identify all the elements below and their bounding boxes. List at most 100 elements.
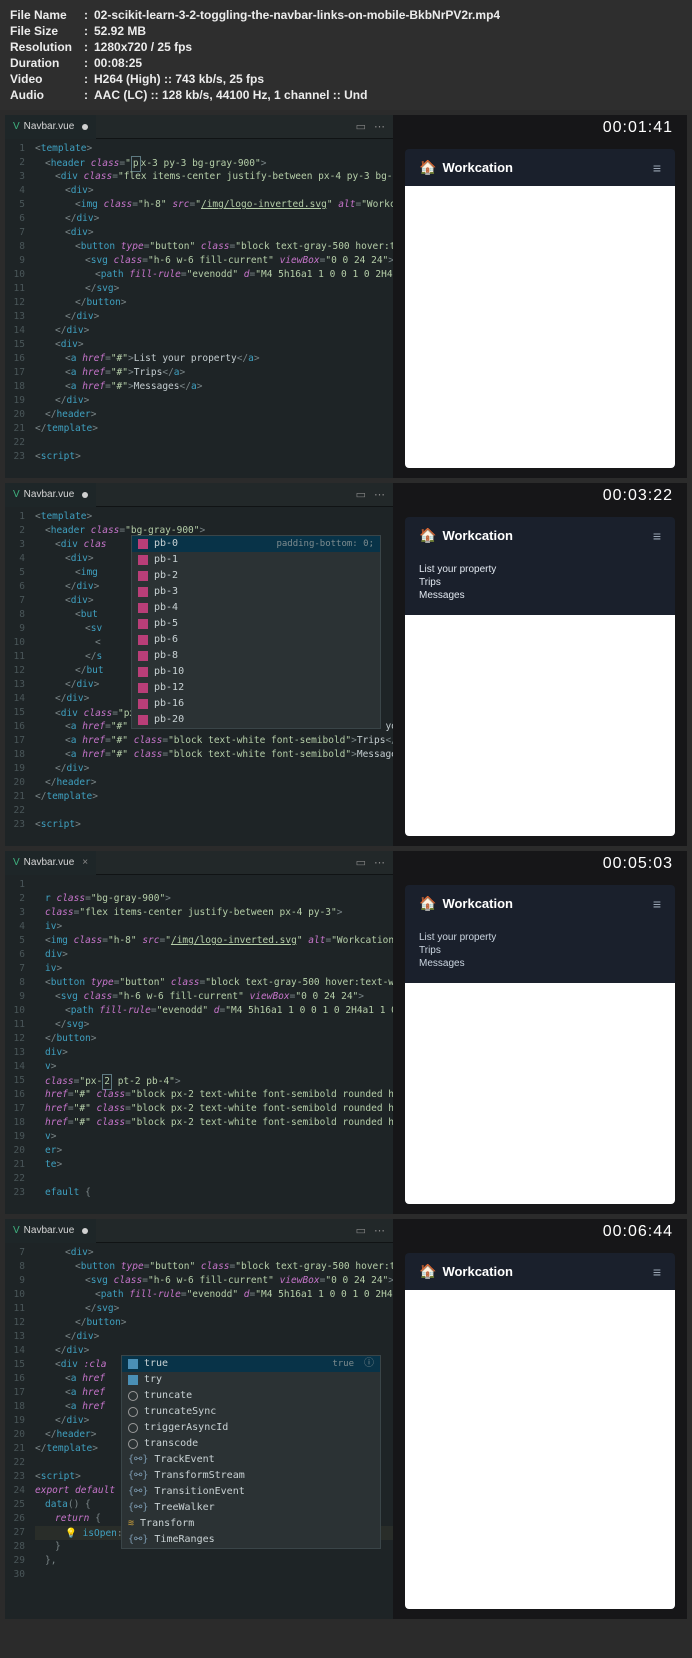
split-editor-icon[interactable]: ▭	[356, 856, 366, 869]
meta-video-label: Video	[10, 72, 84, 86]
autocomplete-item[interactable]: transcode	[122, 1436, 380, 1452]
code-area[interactable]: 1234567891011121314151617181920212223 <t…	[5, 139, 393, 478]
autocomplete-item[interactable]: {⚯}TreeWalker	[122, 1500, 380, 1516]
autocomplete-item[interactable]: pb-20	[132, 712, 380, 728]
mobile-preview: 🏠Workcation ≡	[405, 1253, 675, 1609]
code-editor: V Navbar.vue ▭ ⋯ 123456789101112131415161…	[5, 483, 393, 846]
preview-body	[405, 615, 675, 836]
autocomplete-item[interactable]: triggerAsyncId	[122, 1420, 380, 1436]
code-editor: V Navbar.vue ▭ ⋯ 12345678910111213141516…	[5, 115, 393, 478]
preview-nav-links: List your property Trips Messages	[405, 554, 675, 615]
nav-link-trips[interactable]: Trips	[419, 577, 661, 588]
nav-link-trips[interactable]: Trips	[419, 945, 661, 956]
autocomplete-popup[interactable]: pb-0padding-bottom: 0; pb-1 pb-2 pb-3 pb…	[131, 535, 381, 729]
autocomplete-item[interactable]: pb-2	[132, 568, 380, 584]
autocomplete-item[interactable]: {⚯}TransitionEvent	[122, 1484, 380, 1500]
nav-link-messages[interactable]: Messages	[419, 958, 661, 969]
video-timestamp: 00:05:03	[603, 855, 673, 873]
code-editor: V Navbar.vue ▭ ⋯ 789101112131415161718192…	[5, 1219, 393, 1619]
property-icon	[138, 619, 148, 629]
line-number-gutter: 1234567891011121314151617181920212223	[5, 875, 31, 1214]
split-editor-icon[interactable]: ▭	[356, 120, 366, 133]
more-actions-icon[interactable]: ⋯	[374, 120, 385, 133]
autocomplete-item[interactable]: pb-0padding-bottom: 0;	[132, 536, 380, 552]
hamburger-menu-icon[interactable]: ≡	[653, 896, 661, 912]
keyword-icon	[128, 1359, 138, 1369]
more-actions-icon[interactable]: ⋯	[374, 856, 385, 869]
file-tab-navbar[interactable]: V Navbar.vue	[5, 483, 96, 507]
autocomplete-item[interactable]: ≋Transform	[122, 1516, 380, 1532]
property-icon	[138, 699, 148, 709]
line-number-gutter: 7891011121314151617181920212223242526272…	[5, 1243, 31, 1619]
preview-pane: 00:06:44 🏠Workcation ≡	[393, 1219, 687, 1619]
tab-label: Navbar.vue	[24, 489, 75, 500]
source-code[interactable]: r class="bg-gray-900"> class="flex items…	[31, 875, 393, 1214]
more-actions-icon[interactable]: ⋯	[374, 488, 385, 501]
autocomplete-item[interactable]: {⚯}TransformStream	[122, 1468, 380, 1484]
source-code[interactable]: <template> <header class="px-3 py-3 bg-g…	[31, 139, 393, 478]
video-frame-3: V Navbar.vue × ▭ ⋯ 1234567891011121314151…	[5, 851, 687, 1214]
hamburger-menu-icon[interactable]: ≡	[653, 160, 661, 176]
source-code[interactable]: <div> <button type="button" class="block…	[31, 1243, 393, 1619]
video-frame-1: V Navbar.vue ▭ ⋯ 12345678910111213141516…	[5, 115, 687, 478]
autocomplete-popup[interactable]: truetrueⓘ try truncate truncateSync trig…	[121, 1355, 381, 1549]
autocomplete-item[interactable]: truetrueⓘ	[122, 1356, 380, 1372]
meta-duration-value: 00:08:25	[94, 56, 142, 70]
autocomplete-item[interactable]: pb-3	[132, 584, 380, 600]
nav-link-property[interactable]: List your property	[419, 564, 661, 575]
method-icon	[128, 1423, 138, 1433]
code-editor: V Navbar.vue × ▭ ⋯ 1234567891011121314151…	[5, 851, 393, 1214]
autocomplete-item[interactable]: pb-4	[132, 600, 380, 616]
autocomplete-item[interactable]: truncate	[122, 1388, 380, 1404]
source-code[interactable]: <template> <header class="bg-gray-900"> …	[31, 507, 393, 846]
preview-body	[405, 1290, 675, 1609]
autocomplete-item[interactable]: pb-6	[132, 632, 380, 648]
autocomplete-item[interactable]: pb-10	[132, 664, 380, 680]
preview-body	[405, 983, 675, 1204]
autocomplete-item[interactable]: pb-1	[132, 552, 380, 568]
code-area[interactable]: 1234567891011121314151617181920212223 <t…	[5, 507, 393, 846]
hamburger-menu-icon[interactable]: ≡	[653, 528, 661, 544]
hamburger-menu-icon[interactable]: ≡	[653, 1264, 661, 1280]
code-area[interactable]: 7891011121314151617181920212223242526272…	[5, 1243, 393, 1619]
nav-link-messages[interactable]: Messages	[419, 590, 661, 601]
file-tab-navbar[interactable]: V Navbar.vue	[5, 1219, 96, 1243]
brand-logo: 🏠Workcation	[419, 527, 513, 544]
split-editor-icon[interactable]: ▭	[356, 488, 366, 501]
code-area[interactable]: 1234567891011121314151617181920212223 r …	[5, 875, 393, 1214]
video-timestamp: 00:03:22	[603, 487, 673, 505]
meta-audio-value: AAC (LC) :: 128 kb/s, 44100 Hz, 1 channe…	[94, 88, 367, 102]
file-tab-navbar[interactable]: V Navbar.vue	[5, 115, 96, 139]
split-editor-icon[interactable]: ▭	[356, 1224, 366, 1237]
vue-file-icon: V	[13, 121, 20, 132]
mobile-preview: 🏠Workcation ≡	[405, 149, 675, 468]
dirty-indicator-icon	[82, 492, 88, 498]
method-icon	[128, 1391, 138, 1401]
editor-tab-bar: V Navbar.vue ▭ ⋯	[5, 1219, 393, 1243]
video-frame-4: V Navbar.vue ▭ ⋯ 789101112131415161718192…	[5, 1219, 687, 1619]
close-tab-icon[interactable]: ×	[82, 857, 88, 868]
dirty-indicator-icon	[82, 124, 88, 130]
file-tab-navbar[interactable]: V Navbar.vue ×	[5, 851, 96, 875]
more-actions-icon[interactable]: ⋯	[374, 1224, 385, 1237]
preview-pane: 00:03:22 🏠Workcation ≡ List your propert…	[393, 483, 687, 846]
mobile-preview: 🏠Workcation ≡ List your property Trips M…	[405, 517, 675, 836]
meta-resolution-value: 1280x720 / 25 fps	[94, 40, 192, 54]
editor-tab-bar: V Navbar.vue × ▭ ⋯	[5, 851, 393, 875]
autocomplete-item[interactable]: pb-16	[132, 696, 380, 712]
property-icon	[138, 715, 148, 725]
autocomplete-item[interactable]: {⚯}TrackEvent	[122, 1452, 380, 1468]
brand-logo: 🏠Workcation	[419, 159, 513, 176]
mobile-preview: 🏠Workcation ≡ List your property Trips M…	[405, 885, 675, 1204]
autocomplete-item[interactable]: pb-8	[132, 648, 380, 664]
preview-header: 🏠Workcation ≡	[405, 517, 675, 554]
house-icon: 🏠	[419, 527, 436, 544]
preview-pane: 00:01:41 🏠Workcation ≡	[393, 115, 687, 478]
autocomplete-item[interactable]: truncateSync	[122, 1404, 380, 1420]
autocomplete-item[interactable]: pb-12	[132, 680, 380, 696]
meta-filesize-value: 52.92 MB	[94, 24, 146, 38]
autocomplete-item[interactable]: pb-5	[132, 616, 380, 632]
autocomplete-item[interactable]: try	[122, 1372, 380, 1388]
autocomplete-item[interactable]: {⚯}TimeRanges	[122, 1532, 380, 1548]
nav-link-property[interactable]: List your property	[419, 932, 661, 943]
